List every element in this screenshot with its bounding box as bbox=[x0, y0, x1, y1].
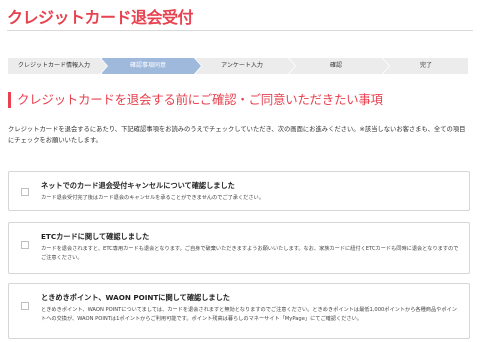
step-survey: アンケート入力 bbox=[196, 58, 296, 74]
step-complete: 完了 bbox=[384, 58, 468, 74]
step-label: アンケート入力 bbox=[221, 62, 263, 69]
checkbox-points[interactable] bbox=[21, 302, 29, 310]
card-body: カード退会受付完了後はカード退会のキャンセルを承ることができませんのでご了承くだ… bbox=[41, 195, 264, 201]
card-body: カードを退会されますと、ETC専用カードも退会となります。ご自身で破棄いただきま… bbox=[41, 246, 459, 261]
card-body: ときめきポイント、WAON POINTについてましては、カードを退会されますと無… bbox=[41, 307, 457, 322]
progress-steps: クレジットカード情報入力 確認事項同意 アンケート入力 確認 完了 bbox=[8, 58, 468, 74]
confirm-card-etc[interactable]: ETCカードに関して確認しました カードを退会されますと、ETC専用カードも退会… bbox=[8, 222, 470, 274]
step-confirm: 確認 bbox=[290, 58, 390, 74]
step-label: 確認事項同意 bbox=[129, 62, 166, 69]
step-agreement: 確認事項同意 bbox=[102, 58, 202, 74]
step-label: 確認 bbox=[329, 62, 342, 69]
card-title: ときめきポイント、WAON POINTに関して確認しました bbox=[41, 293, 230, 302]
step-card-info: クレジットカード情報入力 bbox=[8, 58, 108, 74]
checkbox-etc[interactable] bbox=[21, 241, 29, 249]
step-label: 完了 bbox=[419, 62, 432, 69]
card-title: ネットでのカード退会受付キャンセルについて確認しました bbox=[41, 181, 235, 190]
card-title: ETCカードに関して確認しました bbox=[41, 232, 150, 241]
page-title: クレジットカード退会受付 bbox=[7, 8, 194, 27]
title-divider bbox=[7, 30, 473, 31]
confirm-card-cancellation[interactable]: ネットでのカード退会受付キャンセルについて確認しました カード退会受付完了後はカ… bbox=[8, 171, 470, 211]
checkbox-cancellation[interactable] bbox=[21, 188, 29, 196]
step-label: クレジットカード情報入力 bbox=[17, 62, 90, 69]
section-heading: クレジットカードを退会する前にご確認・ご同意いただきたい事項 bbox=[8, 92, 480, 108]
confirm-card-points[interactable]: ときめきポイント、WAON POINTに関して確認しました ときめきポイント、W… bbox=[8, 283, 470, 339]
intro-text: クレジットカードを退会するにあたり、下記確認事項をお読みのうえでチェックしていた… bbox=[8, 126, 466, 144]
